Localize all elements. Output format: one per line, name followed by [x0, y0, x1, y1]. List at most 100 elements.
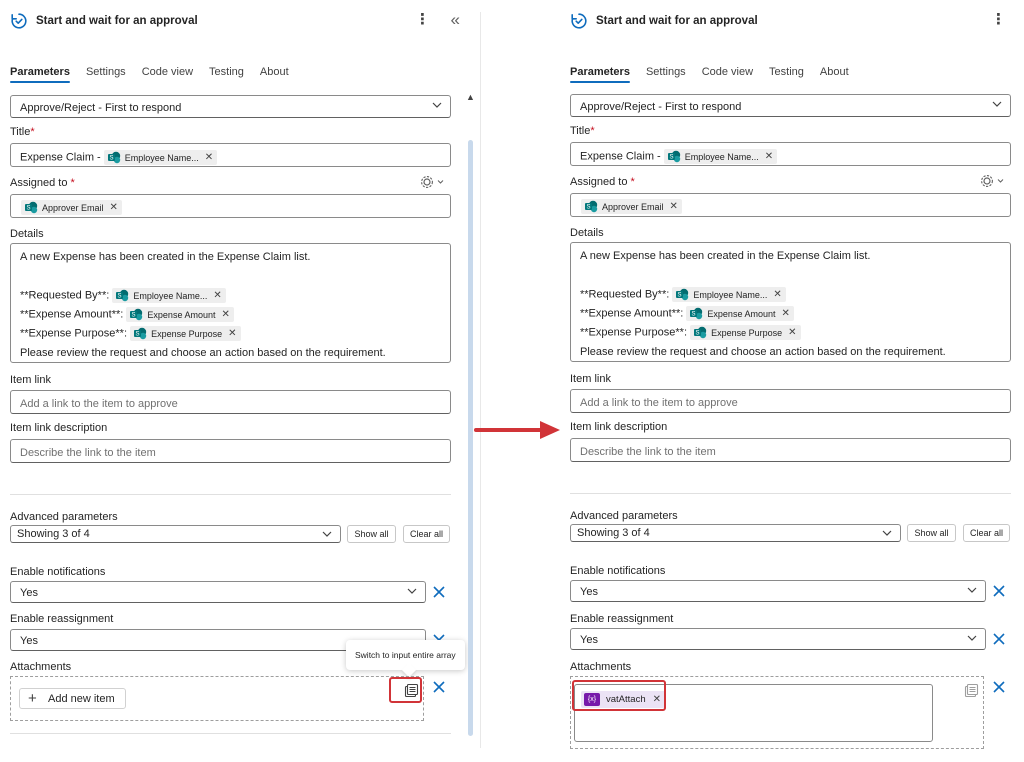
dismiss-icon[interactable]: ✕ — [213, 290, 221, 301]
token-expense-purpose[interactable]: S Expense Purpose ✕ — [130, 326, 241, 341]
details-text: A new Expense has been created in the Ex… — [20, 251, 311, 263]
dismiss-icon[interactable] — [432, 585, 446, 599]
token-employee-name[interactable]: S Employee Name... ✕ — [672, 287, 786, 302]
token-expense-amount[interactable]: S Expense Amount ✕ — [686, 306, 794, 321]
advanced-parameters-value: Showing 3 of 4 — [577, 527, 650, 539]
title-label: Title* — [10, 126, 35, 138]
title-field[interactable]: Expense Claim - S Employee Name... ✕ — [570, 142, 1011, 166]
dismiss-icon[interactable]: ✕ — [228, 328, 236, 339]
chevron-down-icon — [967, 633, 977, 643]
details-label: Details — [570, 227, 604, 239]
switch-array-icon[interactable] — [403, 683, 419, 699]
item-link-description-label: Item link description — [10, 422, 108, 434]
scrollbar-thumb[interactable] — [468, 140, 473, 736]
dismiss-icon[interactable]: ✕ — [773, 289, 781, 300]
collapse-icon[interactable]: « — [451, 10, 460, 30]
tab-settings[interactable]: Settings — [86, 66, 126, 83]
show-all-button[interactable]: Show all — [347, 525, 396, 543]
divider — [10, 494, 451, 495]
details-field[interactable]: A new Expense has been created in the Ex… — [570, 242, 1011, 362]
tab-code-view[interactable]: Code view — [702, 66, 753, 83]
tab-settings[interactable]: Settings — [646, 66, 686, 83]
token-approver-email[interactable]: S Approver Email ✕ — [581, 199, 682, 214]
item-link-input[interactable]: Add a link to the item to approve — [570, 389, 1011, 413]
item-link-description-input[interactable]: Describe the link to the item — [10, 439, 451, 463]
enable-reassignment-label: Enable reassignment — [10, 613, 114, 625]
add-icon: + — [28, 690, 37, 707]
item-link-placeholder: Add a link to the item to approve — [580, 397, 738, 409]
enable-reassignment-value: Yes — [20, 635, 38, 647]
clear-all-button[interactable]: Clear all — [963, 524, 1010, 542]
switch-array-icon[interactable] — [963, 683, 979, 699]
svg-text:S: S — [696, 331, 700, 337]
dismiss-icon[interactable] — [992, 632, 1006, 646]
details-text: **Expense Amount**: — [580, 307, 684, 320]
token-expense-amount[interactable]: S Expense Amount ✕ — [126, 307, 234, 322]
assigned-to-label: Assigned to * — [10, 177, 75, 189]
approval-icon — [570, 12, 588, 30]
attachments-area: + Add new item — [10, 676, 424, 721]
token-approver-email[interactable]: S Approver Email ✕ — [21, 200, 122, 215]
dismiss-icon[interactable]: ✕ — [781, 308, 789, 319]
token-employee-name[interactable]: S Employee Name... ✕ — [112, 288, 226, 303]
svg-text:S: S — [586, 205, 590, 211]
tab-code-view[interactable]: Code view — [142, 66, 193, 83]
token-expense-purpose[interactable]: S Expense Purpose ✕ — [690, 325, 801, 340]
settings-icon[interactable] — [420, 175, 446, 189]
approval-type-value: Approve/Reject - First to respond — [20, 102, 182, 114]
title-field[interactable]: Expense Claim - S Employee Name... ✕ — [10, 143, 451, 167]
tab-testing[interactable]: Testing — [209, 66, 244, 83]
chevron-down-icon — [407, 586, 417, 596]
dismiss-icon[interactable]: ✕ — [670, 201, 678, 212]
sharepoint-icon: S — [689, 307, 703, 320]
more-icon[interactable]: ⋮ — [991, 11, 1006, 29]
settings-icon[interactable] — [980, 174, 1006, 188]
item-link-description-input[interactable]: Describe the link to the item — [570, 438, 1011, 462]
dismiss-icon[interactable]: ✕ — [765, 151, 773, 162]
advanced-parameters-dropdown[interactable]: Showing 3 of 4 — [10, 525, 341, 543]
enable-notifications-label: Enable notifications — [570, 565, 666, 577]
enable-notifications-dropdown[interactable]: Yes — [570, 580, 986, 602]
assigned-to-field[interactable]: S Approver Email ✕ — [570, 193, 1011, 217]
enable-reassignment-dropdown[interactable]: Yes — [570, 628, 986, 650]
tab-testing[interactable]: Testing — [769, 66, 804, 83]
svg-text:S: S — [692, 312, 696, 318]
show-all-button[interactable]: Show all — [907, 524, 956, 542]
title-label: Title* — [570, 125, 595, 137]
item-link-placeholder: Add a link to the item to approve — [20, 398, 178, 410]
item-link-input[interactable]: Add a link to the item to approve — [10, 390, 451, 414]
dismiss-icon[interactable] — [992, 680, 1006, 694]
dismiss-icon[interactable]: ✕ — [788, 327, 796, 338]
item-link-description-label: Item link description — [570, 421, 668, 433]
token-employee-name[interactable]: S Employee Name... ✕ — [103, 150, 218, 165]
item-link-description-placeholder: Describe the link to the item — [20, 447, 156, 459]
tab-parameters[interactable]: Parameters — [10, 66, 70, 83]
approval-type-dropdown[interactable]: Approve/Reject - First to respond — [10, 95, 451, 118]
divider — [10, 733, 451, 734]
details-field[interactable]: A new Expense has been created in the Ex… — [10, 243, 451, 363]
panel-header: Start and wait for an approval ⋮ — [568, 10, 1020, 34]
scroll-up-icon[interactable]: ▲ — [466, 92, 475, 102]
advanced-parameters-dropdown[interactable]: Showing 3 of 4 — [570, 524, 901, 542]
dismiss-icon[interactable]: ✕ — [205, 152, 213, 163]
add-new-item-button[interactable]: + Add new item — [19, 688, 126, 709]
more-icon[interactable]: ⋮ — [415, 11, 430, 29]
assigned-to-field[interactable]: S Approver Email ✕ — [10, 194, 451, 218]
dismiss-icon[interactable]: ✕ — [110, 202, 118, 213]
details-text: **Expense Purpose**: — [20, 327, 128, 340]
chevron-down-icon — [967, 585, 977, 595]
dismiss-icon[interactable] — [992, 584, 1006, 598]
approval-type-dropdown[interactable]: Approve/Reject - First to respond — [570, 94, 1011, 117]
tab-parameters[interactable]: Parameters — [570, 66, 630, 83]
title-prefix: Expense Claim - — [20, 151, 101, 164]
tab-about[interactable]: About — [260, 66, 289, 83]
enable-notifications-dropdown[interactable]: Yes — [10, 581, 426, 603]
clear-all-button[interactable]: Clear all — [403, 525, 450, 543]
dismiss-icon[interactable]: ✕ — [221, 309, 229, 320]
sharepoint-icon: S — [115, 289, 129, 302]
details-text: Please review the request and choose an … — [20, 347, 386, 359]
dismiss-icon[interactable] — [432, 680, 446, 694]
item-link-label: Item link — [570, 373, 611, 385]
tab-about[interactable]: About — [820, 66, 849, 83]
token-employee-name[interactable]: S Employee Name... ✕ — [663, 149, 778, 164]
